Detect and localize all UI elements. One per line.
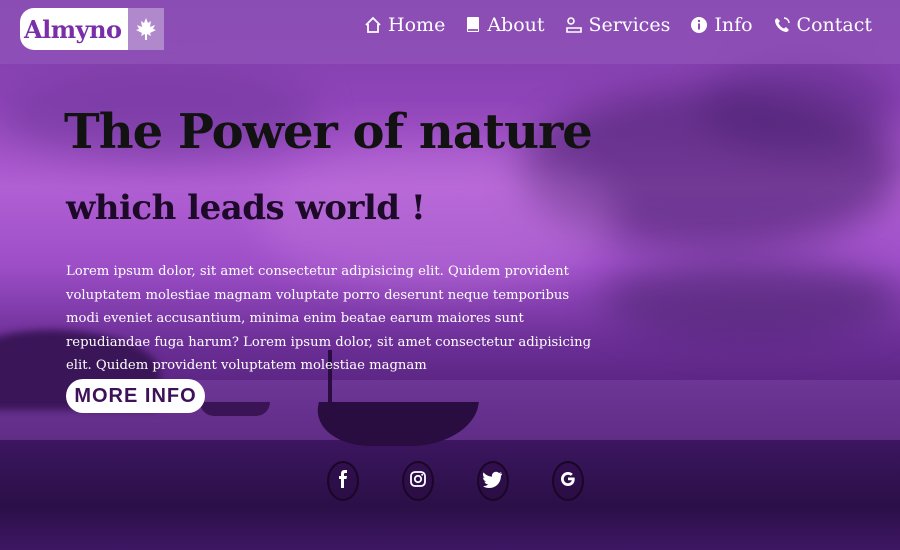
- book-icon: [465, 16, 481, 34]
- nav-item-services[interactable]: Services: [565, 14, 671, 36]
- instagram-link[interactable]: [402, 461, 434, 501]
- nav-label: Services: [588, 14, 671, 36]
- social-links: [327, 461, 584, 501]
- hero-subtitle: which leads world !: [66, 188, 426, 228]
- instagram-icon: [409, 470, 427, 492]
- main-nav: Home About Services Info Contact: [364, 14, 872, 36]
- twitter-icon: [482, 471, 503, 492]
- nav-label: Contact: [796, 14, 872, 36]
- nav-label: About: [487, 14, 545, 36]
- home-icon: [364, 16, 382, 34]
- facebook-icon: [337, 470, 349, 492]
- nav-label: Info: [714, 14, 753, 36]
- brand-logo[interactable]: Almyno: [20, 8, 164, 50]
- services-icon: [565, 16, 583, 34]
- top-navbar: Almyno Home About Services Info Contact: [0, 0, 900, 64]
- nav-item-about[interactable]: About: [465, 14, 545, 36]
- nav-label: Home: [388, 14, 446, 36]
- hero-paragraph: Lorem ipsum dolor, sit amet consectetur …: [66, 264, 592, 373]
- nav-item-home[interactable]: Home: [364, 14, 445, 36]
- small-boat-silhouette: [200, 402, 270, 416]
- nav-item-info[interactable]: Info: [690, 14, 753, 36]
- twitter-link[interactable]: [477, 461, 509, 501]
- more-info-button[interactable]: MORE INFO: [66, 379, 205, 413]
- google-icon: [559, 470, 577, 492]
- facebook-link[interactable]: [327, 461, 359, 501]
- hero-page: Almyno Home About Services Info Contact …: [0, 0, 900, 550]
- brand-name: Almyno: [20, 8, 128, 50]
- hero-title: The Power of nature: [64, 104, 593, 160]
- google-link[interactable]: [552, 461, 584, 501]
- maple-leaf-icon: [127, 8, 164, 50]
- phone-icon: [773, 16, 791, 34]
- nav-item-contact[interactable]: Contact: [773, 14, 872, 36]
- info-icon: [690, 16, 708, 34]
- cloud-shape: [600, 260, 900, 340]
